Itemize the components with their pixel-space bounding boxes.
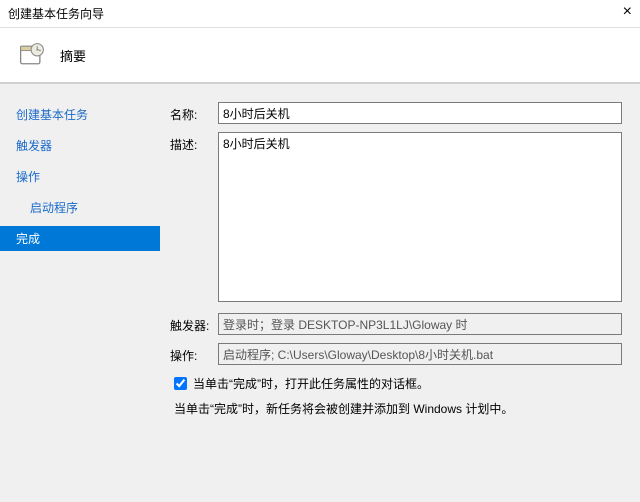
desc-label: 描述:: [170, 132, 218, 153]
body: 创建基本任务 触发器 操作 启动程序 完成 名称: 描述: 触发器:: [0, 84, 640, 502]
page-title: 摘要: [60, 46, 86, 65]
wizard-window: 创建基本任务向导 × 摘要 创建基本任务 触发器 操作 启动程序 完成 名: [0, 0, 640, 502]
sidebar-item-start-program[interactable]: 启动程序: [10, 195, 160, 220]
open-properties-checkbox[interactable]: [174, 377, 187, 390]
content: 名称: 描述: 触发器: 操作:: [160, 84, 640, 502]
sidebar-item-trigger[interactable]: 触发器: [10, 133, 160, 158]
name-label: 名称:: [170, 102, 218, 123]
trigger-value: [218, 313, 622, 335]
calendar-clock-icon: [16, 39, 48, 71]
close-icon[interactable]: ×: [623, 4, 632, 20]
trigger-label: 触发器:: [170, 313, 218, 334]
name-input[interactable]: [218, 102, 622, 124]
window-title: 创建基本任务向导: [8, 5, 104, 22]
row-action: 操作:: [170, 343, 622, 365]
header: 摘要: [0, 28, 640, 84]
row-description: 描述:: [170, 132, 622, 305]
open-properties-row[interactable]: 当单击“完成”时，打开此任务属性的对话框。: [174, 375, 622, 392]
row-trigger: 触发器:: [170, 313, 622, 335]
sidebar: 创建基本任务 触发器 操作 启动程序 完成: [0, 84, 160, 502]
action-value: [218, 343, 622, 365]
action-label: 操作:: [170, 343, 218, 364]
sidebar-item-action[interactable]: 操作: [10, 164, 160, 189]
description-input[interactable]: [218, 132, 622, 302]
sidebar-item-finish[interactable]: 完成: [0, 226, 160, 251]
sidebar-item-create-task[interactable]: 创建基本任务: [10, 102, 160, 127]
finish-info-text: 当单击“完成”时，新任务将会被创建并添加到 Windows 计划中。: [174, 400, 622, 417]
row-name: 名称:: [170, 102, 622, 124]
open-properties-label: 当单击“完成”时，打开此任务属性的对话框。: [193, 375, 429, 392]
titlebar: 创建基本任务向导 ×: [0, 0, 640, 28]
